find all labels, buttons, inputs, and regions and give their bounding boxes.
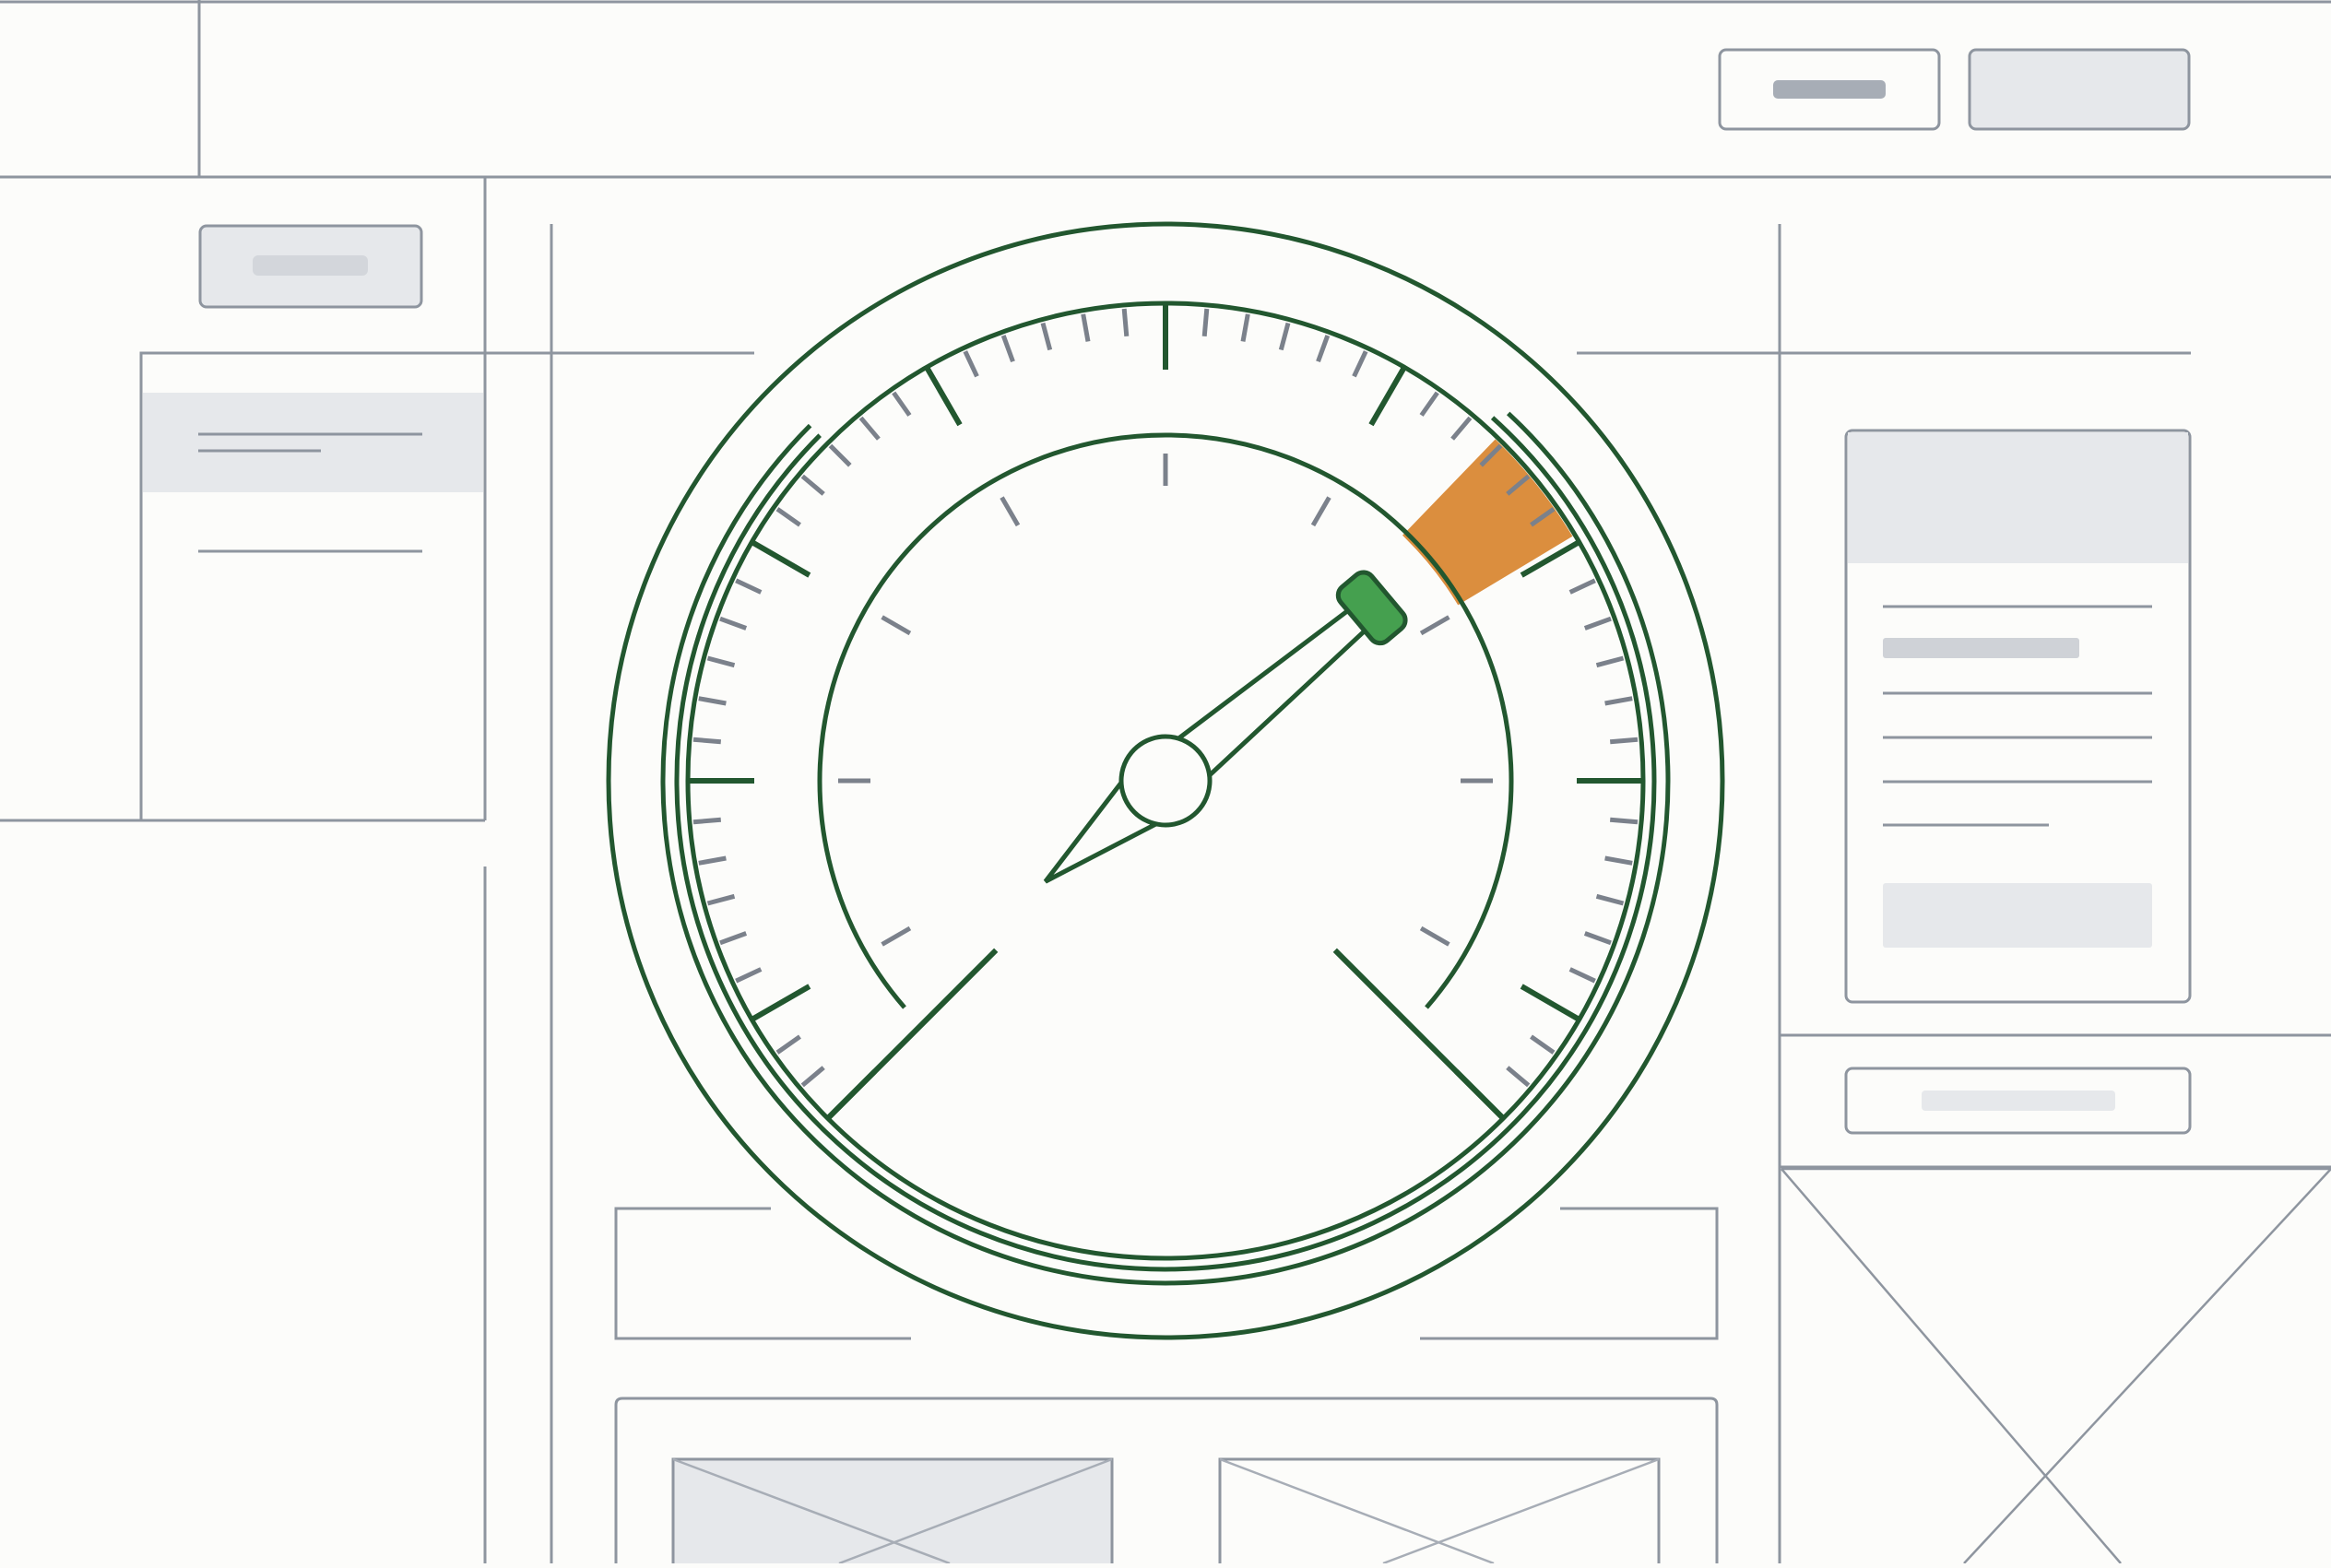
gauge-icon xyxy=(606,221,1725,1340)
right-panel-input-placeholder[interactable] xyxy=(1883,883,2152,948)
right-panel-button-label xyxy=(1922,1091,2115,1111)
header-action-button-primary-label xyxy=(1773,80,1886,99)
gauge-minor-tick xyxy=(1201,308,1210,337)
gauge-minor-tick xyxy=(1609,737,1639,745)
right-panel-card-header xyxy=(1848,432,2188,563)
left-sidebar xyxy=(0,177,487,1563)
gauge-minor-tick xyxy=(692,817,722,825)
gauge-minor-tick xyxy=(692,737,722,745)
wireframe-canvas xyxy=(0,0,2331,1568)
sidebar-button-label xyxy=(253,255,368,276)
image-placeholder-icon xyxy=(1781,1167,2331,1564)
image-placeholder-icon xyxy=(1218,1457,1661,1568)
right-panel xyxy=(1780,429,2331,1564)
header-action-button-secondary[interactable] xyxy=(1968,48,2191,131)
sidebar-card-selected-row[interactable] xyxy=(143,393,483,492)
image-placeholder-icon xyxy=(671,1457,1114,1568)
right-panel-highlight-bar xyxy=(1883,638,2079,658)
gauge-minor-tick xyxy=(1121,308,1130,337)
wireframe-dashboard xyxy=(0,0,2331,1568)
gauge-minor-tick xyxy=(1609,817,1639,825)
gallery-image-placeholder xyxy=(1218,1457,1661,1568)
gallery-image-placeholder xyxy=(671,1457,1114,1568)
